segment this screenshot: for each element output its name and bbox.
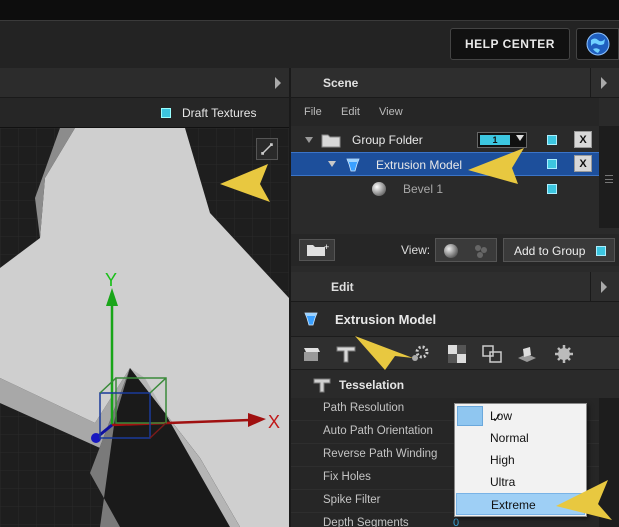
- tesselation-section-header[interactable]: Tesselation: [291, 372, 619, 398]
- callout-arrow-icon: [220, 164, 270, 202]
- folder-icon: [321, 134, 341, 148]
- viewport-header: [0, 68, 289, 98]
- sphere-view-icon[interactable]: [442, 242, 460, 260]
- view-label: View:: [401, 243, 431, 257]
- tree-row-group-folder[interactable]: Group Folder 1 X: [291, 128, 599, 152]
- draft-textures-checkbox[interactable]: [161, 108, 171, 118]
- tesselation-tool-icon[interactable]: [335, 344, 357, 364]
- cluster-view-icon[interactable]: [472, 242, 490, 260]
- callout-arrow-icon: [556, 480, 612, 520]
- lighting-icon[interactable]: [516, 344, 538, 364]
- add-to-group-indicator: [596, 246, 606, 256]
- edit-tool-row: [291, 336, 619, 370]
- tree-label: Bevel 1: [403, 182, 444, 196]
- sphere-icon: [372, 182, 386, 196]
- level-value: 1: [480, 135, 510, 145]
- top-strip: [0, 0, 619, 20]
- depth-segments-value[interactable]: 0: [453, 517, 459, 527]
- chevron-down-icon: [516, 135, 524, 141]
- tree-label: Group Folder: [352, 133, 423, 147]
- axis-y-label: Y: [105, 270, 117, 290]
- panel-expand-arrow-icon[interactable]: [275, 77, 281, 89]
- scene-menu-bar: File Edit View: [291, 98, 599, 126]
- view-mode-toggle: [435, 238, 497, 262]
- new-folder-button[interactable]: +: [299, 239, 335, 261]
- visibility-toggle[interactable]: [547, 184, 557, 194]
- callout-arrow-icon: [355, 336, 413, 370]
- dropdown-option-low[interactable]: ✓ Low: [456, 405, 585, 427]
- viewport-panel: Draft Textures Y X: [0, 68, 289, 527]
- edit-expand-arrow-icon[interactable]: [601, 281, 607, 293]
- add-to-group-button[interactable]: Add to Group: [503, 238, 615, 262]
- tree-row-bevel[interactable]: Bevel 1: [291, 177, 599, 201]
- collapse-toggle-icon[interactable]: [328, 161, 336, 167]
- visibility-toggle[interactable]: [547, 159, 557, 169]
- scene-expand-arrow-icon[interactable]: [601, 77, 607, 89]
- viewport-toolbar: Draft Textures: [0, 98, 289, 128]
- top-bar: HELP CENTER: [0, 20, 619, 68]
- menu-file[interactable]: File: [304, 106, 322, 118]
- tesselation-title: Tesselation: [339, 378, 405, 392]
- scroll-grip-icon[interactable]: [605, 175, 613, 183]
- axis-x-label: X: [268, 412, 280, 432]
- collapse-toggle-icon[interactable]: [305, 137, 313, 143]
- extrusion-model-icon: [304, 312, 318, 326]
- scene-panel-header: Scene: [291, 68, 619, 98]
- edit-panel-header: Edit: [291, 272, 619, 302]
- expand-icon: [261, 143, 273, 155]
- add-to-group-label: Add to Group: [514, 244, 586, 258]
- scene-footer: + View: Add to Group: [291, 234, 619, 266]
- edit-object-header: Extrusion Model: [291, 304, 619, 334]
- tree-row-extrusion-model[interactable]: Extrusion Model X: [291, 152, 599, 176]
- maximize-viewport-button[interactable]: [256, 138, 278, 160]
- visibility-toggle[interactable]: [547, 135, 557, 145]
- settings-gear-icon[interactable]: [553, 344, 575, 364]
- delete-button[interactable]: X: [574, 131, 592, 148]
- globe-icon: [586, 32, 609, 56]
- svg-text:+: +: [324, 242, 329, 252]
- folder-add-icon: +: [307, 242, 329, 256]
- level-selector[interactable]: 1: [477, 132, 527, 148]
- menu-edit[interactable]: Edit: [341, 106, 360, 118]
- help-center-button[interactable]: HELP CENTER: [450, 28, 570, 60]
- callout-arrow-icon: [468, 148, 524, 184]
- dropdown-option-normal[interactable]: Normal: [456, 427, 585, 449]
- draft-textures-label: Draft Textures: [182, 106, 257, 120]
- extrude-icon[interactable]: [301, 344, 323, 364]
- edit-panel-title: Edit: [331, 280, 354, 294]
- tree-label: Extrusion Model: [376, 158, 463, 172]
- scene-scrollbar[interactable]: [599, 126, 619, 228]
- scene-panel-title: Scene: [323, 76, 359, 90]
- extrusion-model-icon: [346, 158, 360, 172]
- dropdown-option-high[interactable]: High: [456, 449, 585, 471]
- tesselation-icon: [313, 378, 331, 393]
- globe-button[interactable]: [576, 28, 619, 60]
- checker-texture-icon[interactable]: [446, 344, 468, 364]
- menu-view[interactable]: View: [379, 106, 403, 118]
- uv-map-icon[interactable]: [481, 344, 503, 364]
- delete-button[interactable]: X: [574, 155, 592, 172]
- edit-object-title: Extrusion Model: [335, 312, 437, 327]
